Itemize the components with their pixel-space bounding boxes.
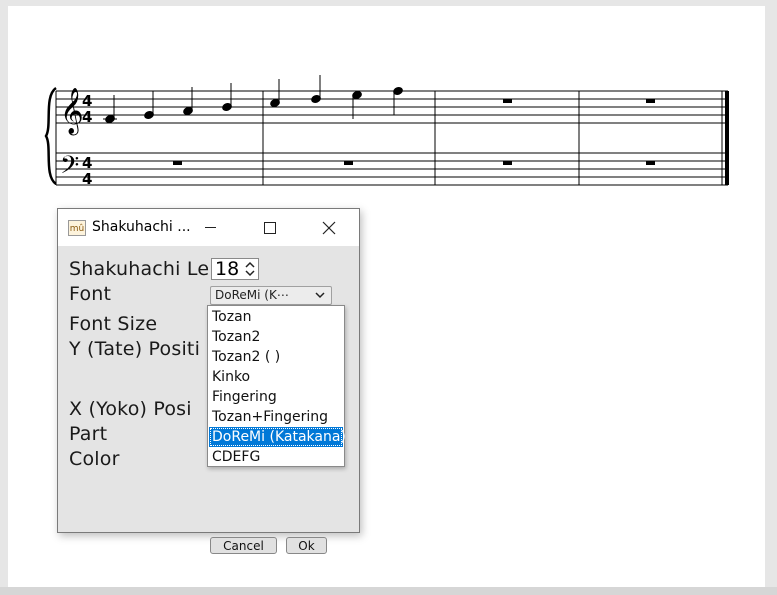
font-option-doremi-katakana[interactable]: DoReMi (Katakana) [209, 427, 346, 447]
treble-time-bottom: 4 [82, 108, 92, 126]
font-option-tozan2[interactable]: Tozan2 [209, 327, 343, 347]
chevron-down-icon [315, 292, 325, 299]
font-option-fingering[interactable]: Fingering [209, 387, 343, 407]
ok-button[interactable]: Ok [286, 537, 327, 554]
x-position-label: X (Yoko) Posi [69, 398, 192, 420]
maximize-button[interactable] [246, 209, 292, 246]
font-label: Font [69, 283, 112, 305]
bass-time-bottom: 4 [82, 170, 92, 188]
color-label: Color [69, 448, 120, 470]
status-strip [0, 587, 777, 595]
final-barline [725, 91, 729, 185]
whole-rests [173, 99, 655, 165]
font-option-tozan[interactable]: Tozan [209, 307, 343, 327]
bass-clef-icon: 𝄢 [60, 151, 79, 186]
font-option-tozan-fingering[interactable]: Tozan+Fingering [209, 407, 343, 427]
font-dropdown-list[interactable]: Tozan Tozan2 Tozan2 ( ) Kinko Fingering … [207, 305, 346, 467]
y-position-label: Y (Tate) Positi [69, 338, 201, 360]
font-select[interactable]: DoReMi (K⋯ [210, 286, 332, 305]
font-option-cdefg[interactable]: CDEFG [209, 447, 343, 467]
font-option-kinko[interactable]: Kinko [209, 367, 343, 387]
part-label: Part [69, 423, 108, 445]
treble-clef-icon: 𝄞 [60, 88, 84, 136]
grand-staff-brace [44, 86, 57, 186]
bar-lines [262, 91, 723, 185]
font-size-label: Font Size [69, 313, 158, 335]
length-label: Shakuhachi Le [69, 258, 210, 280]
dialog-titlebar[interactable]: mû Shakuhachi ... [58, 209, 359, 246]
minimize-button[interactable] [188, 209, 234, 246]
treble-staff [56, 90, 728, 124]
app-icon: mû [68, 220, 86, 236]
cancel-button[interactable]: Cancel [210, 537, 277, 554]
length-value: 18 [215, 258, 240, 280]
length-spinner[interactable]: 18 [211, 258, 259, 280]
close-icon [322, 221, 336, 235]
font-select-value: DoReMi (K⋯ [215, 288, 289, 302]
spinner-arrows-icon[interactable] [244, 261, 256, 277]
font-option-tozan2-paren[interactable]: Tozan2 ( ) [209, 347, 343, 367]
bass-staff [56, 152, 728, 186]
close-button[interactable] [306, 209, 352, 246]
dialog-title: Shakuhachi ... [92, 219, 191, 235]
